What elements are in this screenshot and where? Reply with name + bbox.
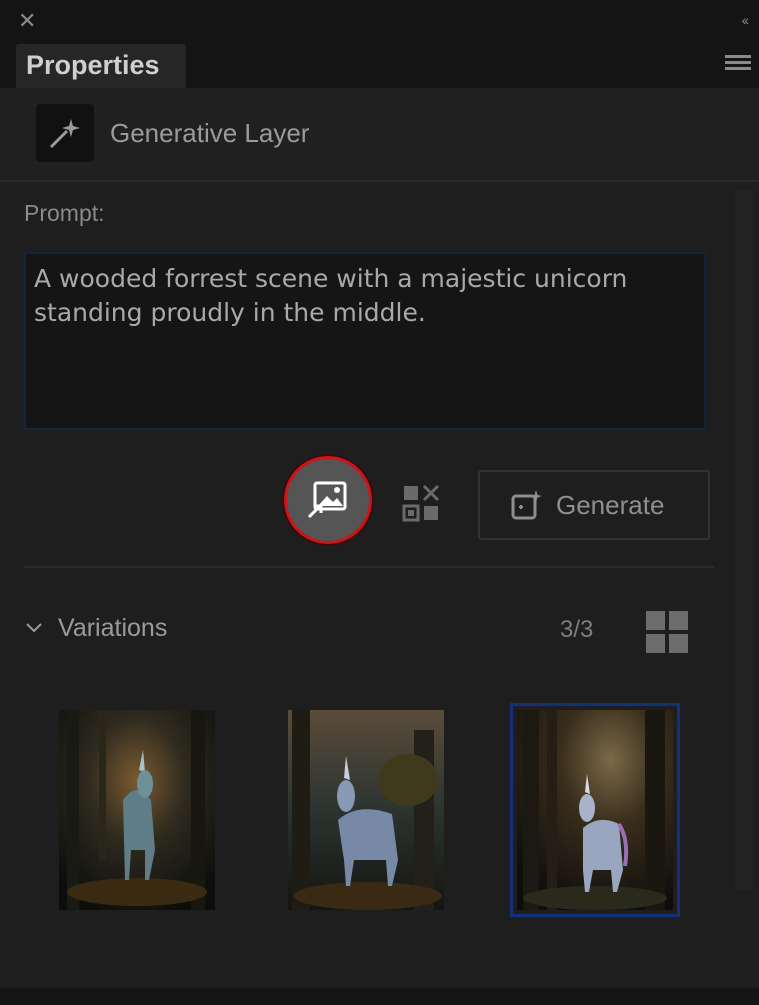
- tab-label: Properties: [26, 50, 160, 80]
- tab-properties[interactable]: Properties: [16, 44, 186, 88]
- unicorn-forest-image: [517, 710, 673, 910]
- generate-icon: [511, 490, 542, 520]
- generate-button[interactable]: Generate: [478, 470, 710, 540]
- properties-panel: ✕ ‹‹ Properties Generative Layer Prompt:…: [0, 0, 759, 1005]
- collapse-icon[interactable]: ‹‹: [742, 12, 749, 28]
- layer-title: Generative Layer: [110, 118, 310, 148]
- panel-footer: [0, 988, 759, 1005]
- variation-thumbnail-3-selected[interactable]: [510, 703, 680, 917]
- prompt-label: Prompt:: [24, 200, 105, 226]
- qr-grid-icon[interactable]: [402, 484, 440, 522]
- reference-image-button[interactable]: [284, 456, 372, 544]
- chevron-down-icon[interactable]: [26, 620, 42, 636]
- vertical-scrollbar[interactable]: [734, 190, 754, 890]
- variation-thumbnail-1[interactable]: [59, 710, 215, 910]
- variations-label[interactable]: Variations: [58, 614, 167, 643]
- variation-thumbnail-2[interactable]: [288, 710, 444, 910]
- panel-menu-icon[interactable]: [725, 55, 751, 73]
- generative-layer-icon: [36, 104, 94, 162]
- generate-label: Generate: [556, 489, 665, 520]
- grid-view-icon[interactable]: [646, 611, 688, 653]
- variations-count: 3/3: [560, 616, 594, 643]
- prompt-textarea[interactable]: A wooded forrest scene with a majestic u…: [24, 252, 706, 430]
- close-icon[interactable]: ✕: [18, 10, 36, 32]
- panel-title-bar: [0, 0, 759, 40]
- unicorn-forest-image: [288, 710, 444, 910]
- image-import-icon: [307, 481, 347, 519]
- section-divider: [24, 566, 714, 568]
- unicorn-forest-image: [59, 710, 215, 910]
